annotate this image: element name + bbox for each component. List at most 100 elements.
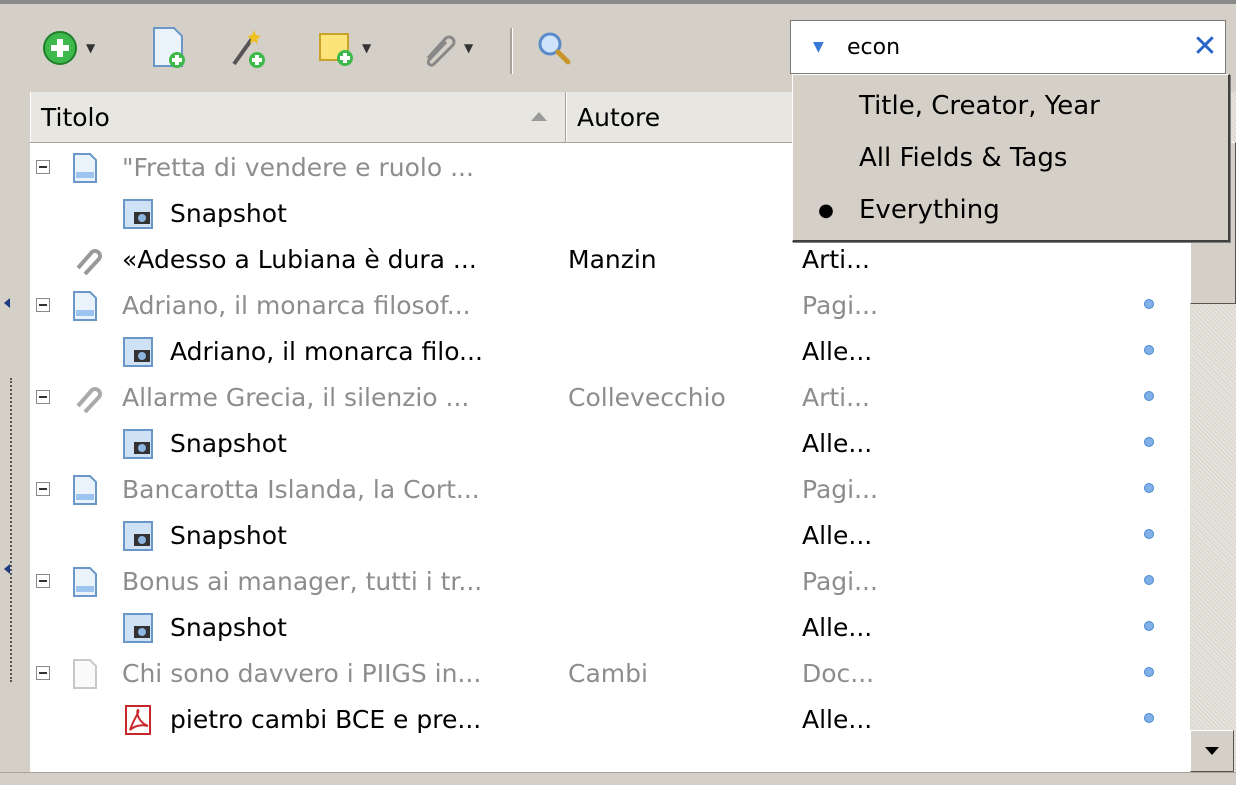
collapse-toggle-icon[interactable] — [36, 666, 50, 680]
item-type: Alle... — [802, 429, 873, 458]
column-title[interactable]: Titolo — [30, 92, 566, 142]
pdf-icon — [122, 704, 154, 736]
menu-item-title-creator-year[interactable]: Title, Creator, Year — [793, 79, 1228, 133]
item-title: Snapshot — [170, 521, 287, 550]
magnifier-icon — [538, 32, 571, 65]
chevron-down-icon: ▼ — [86, 41, 96, 55]
item-title: Adriano, il monarca filosof... — [122, 291, 471, 320]
column-title-label: Titolo — [41, 102, 110, 132]
selected-bullet-icon: ● — [818, 199, 834, 221]
search-box: ▼ ✕ — [790, 20, 1226, 74]
webpage-item-icon — [72, 474, 98, 506]
item-title: Allarme Grecia, il silenzio ... — [122, 383, 470, 412]
item-title: Snapshot — [170, 429, 287, 458]
item-type: Arti... — [802, 383, 870, 412]
search-input[interactable] — [841, 27, 1185, 67]
unread-dot-icon — [1144, 345, 1154, 355]
item-type: Alle... — [802, 521, 873, 550]
item-type: Arti... — [802, 245, 870, 274]
link-attachment-icon — [72, 382, 104, 414]
item-author: Cambi — [568, 659, 648, 688]
item-type: Pagi... — [802, 567, 878, 596]
chevron-down-icon: ▼ — [464, 41, 474, 55]
link-attachment-icon — [72, 244, 104, 276]
snapshot-icon — [122, 612, 154, 644]
item-author: Manzin — [568, 245, 657, 274]
bottom-edge — [0, 772, 1236, 785]
item-title: Chi sono davvero i PIIGS in... — [122, 659, 482, 688]
item-type: Alle... — [802, 613, 873, 642]
paperclip-icon — [426, 35, 456, 67]
table-row[interactable]: pietro cambi BCE e pre... Alle... — [30, 696, 1190, 742]
toolbar-separator — [510, 28, 513, 74]
collapse-toggle-icon[interactable] — [36, 390, 50, 404]
item-title: Snapshot — [170, 199, 287, 228]
item-type: Alle... — [802, 705, 873, 734]
table-row[interactable]: Allarme Grecia, il silenzio ... Collevec… — [30, 374, 1190, 420]
table-row[interactable]: Bonus ai manager, tutti i tr... Pagi... — [30, 558, 1190, 604]
new-item-from-page-button[interactable] — [148, 26, 188, 70]
item-title: «Adesso a Lubiana è dura ... — [122, 245, 477, 274]
item-title: Bancarotta Islanda, la Cort... — [122, 475, 480, 504]
webpage-item-icon — [72, 152, 98, 184]
item-type: Pagi... — [802, 291, 878, 320]
unread-dot-icon — [1144, 437, 1154, 447]
menu-item-label: Everything — [859, 195, 1000, 225]
advanced-search-button[interactable] — [534, 26, 574, 70]
unread-dot-icon — [1144, 621, 1154, 631]
scroll-down-button[interactable] — [1190, 730, 1234, 772]
unread-dot-icon — [1144, 575, 1154, 585]
unread-dot-icon — [1144, 667, 1154, 677]
add-by-identifier-button[interactable] — [228, 26, 268, 70]
snapshot-icon — [122, 520, 154, 552]
table-row[interactable]: Chi sono davvero i PIIGS in... Cambi Doc… — [30, 650, 1190, 696]
menu-item-everything[interactable]: ● Everything — [793, 183, 1228, 237]
collapse-toggle-icon[interactable] — [36, 574, 50, 588]
collapse-toggle-icon[interactable] — [36, 298, 50, 312]
collapse-arrow-icon[interactable] — [4, 564, 10, 574]
splitter-grip — [10, 378, 12, 682]
sort-ascending-icon — [531, 112, 547, 121]
collapse-arrow-icon[interactable] — [4, 298, 10, 308]
item-title: pietro cambi BCE e pre... — [170, 705, 482, 734]
column-author[interactable]: Autore — [566, 92, 826, 142]
table-row[interactable]: Snapshot Alle... — [30, 512, 1190, 558]
search-mode-menu: Title, Creator, Year All Fields & Tags ●… — [792, 74, 1230, 242]
unread-dot-icon — [1144, 299, 1154, 309]
snapshot-icon — [122, 198, 154, 230]
add-attachment-button[interactable]: ▼ — [418, 26, 473, 70]
item-title: Snapshot — [170, 613, 287, 642]
collapse-toggle-icon[interactable] — [36, 160, 50, 174]
item-title: Bonus ai manager, tutti i tr... — [122, 567, 483, 596]
new-document-icon — [153, 27, 185, 68]
column-author-label: Autore — [577, 102, 661, 132]
item-title: "Fretta di vendere e ruolo ... — [122, 153, 474, 182]
document-item-icon — [72, 658, 98, 690]
search-mode-dropdown-icon[interactable]: ▼ — [791, 39, 841, 55]
menu-item-label: All Fields & Tags — [859, 143, 1068, 173]
clear-search-icon[interactable]: ✕ — [1185, 32, 1225, 62]
item-type: Alle... — [802, 337, 873, 366]
unread-dot-icon — [1144, 391, 1154, 401]
unread-dot-icon — [1144, 483, 1154, 493]
table-row[interactable]: Adriano, il monarca filo... Alle... — [30, 328, 1190, 374]
webpage-item-icon — [72, 566, 98, 598]
magic-wand-icon — [232, 30, 265, 68]
menu-item-label: Title, Creator, Year — [859, 91, 1100, 121]
table-row[interactable]: Snapshot Alle... — [30, 420, 1190, 466]
table-row[interactable]: Bancarotta Islanda, la Cort... Pagi... — [30, 466, 1190, 512]
add-circle-icon — [43, 31, 77, 65]
unread-dot-icon — [1144, 713, 1154, 723]
menu-item-all-fields-tags[interactable]: All Fields & Tags — [793, 131, 1228, 185]
collapse-toggle-icon[interactable] — [36, 482, 50, 496]
new-item-button[interactable]: ▼ — [40, 26, 95, 70]
table-row[interactable]: «Adesso a Lubiana è dura ... Manzin Arti… — [30, 236, 1190, 282]
chevron-down-icon: ▼ — [362, 41, 372, 55]
new-note-button[interactable]: ▼ — [316, 26, 371, 70]
table-row[interactable]: Adriano, il monarca filosof... Pagi... — [30, 282, 1190, 328]
snapshot-icon — [122, 428, 154, 460]
item-author: Collevecchio — [568, 383, 726, 412]
item-type: Doc... — [802, 659, 875, 688]
table-row[interactable]: Snapshot Alle... — [30, 604, 1190, 650]
collection-pane-splitter[interactable] — [0, 92, 26, 772]
